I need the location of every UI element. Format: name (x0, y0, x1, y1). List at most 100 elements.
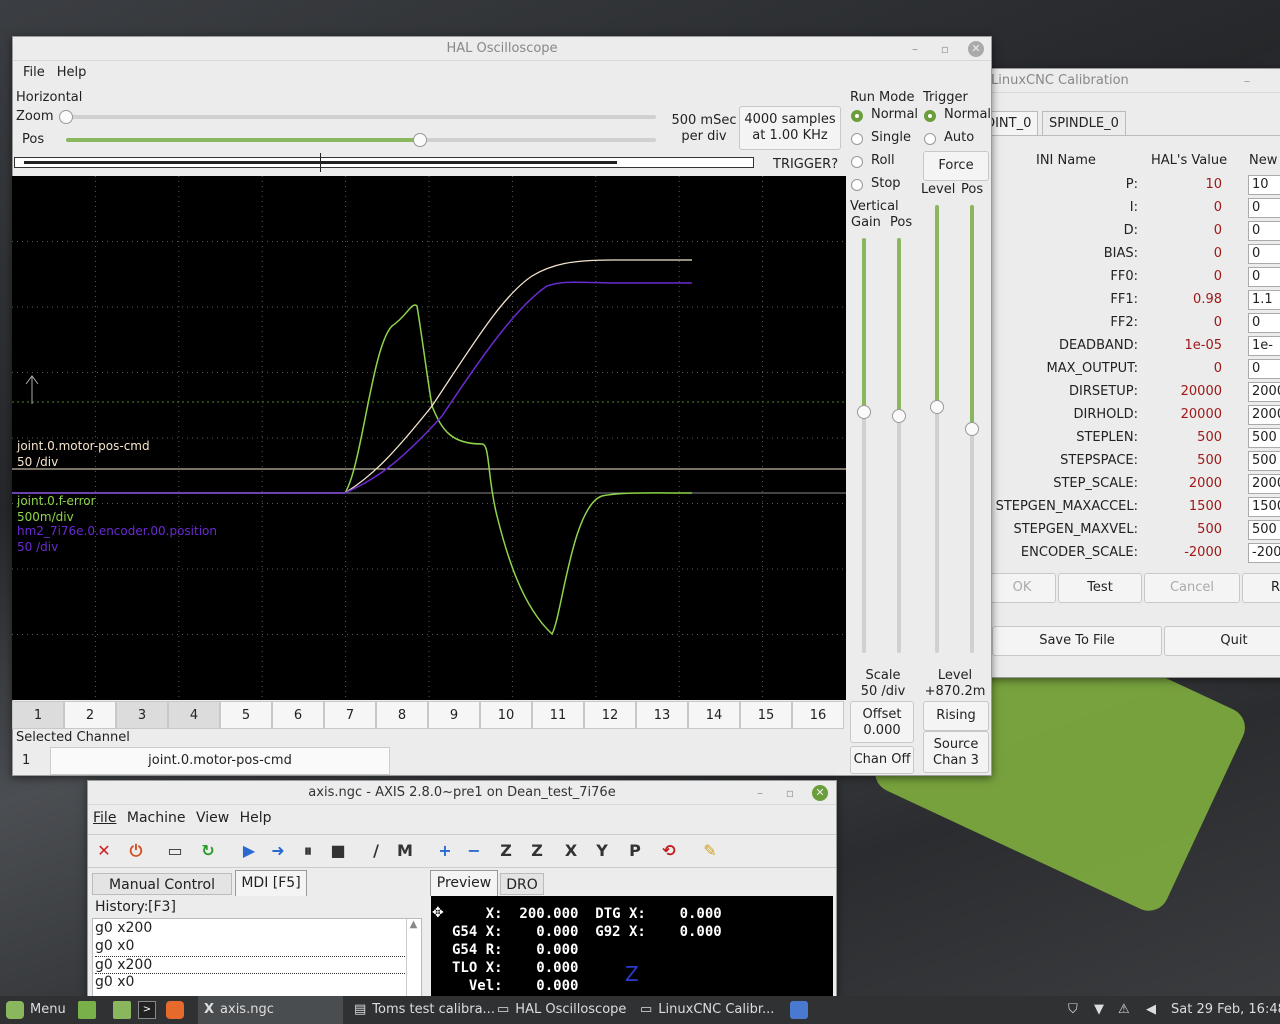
channel-button-2[interactable]: 2 (64, 701, 116, 729)
calib-row-new-input[interactable]: 500 (1248, 428, 1280, 448)
channel-button-11[interactable]: 11 (532, 701, 584, 729)
run-mode-label-stop[interactable]: Stop (871, 176, 901, 191)
history-item[interactable]: g0 x200 (95, 920, 405, 936)
calib-row-new-input[interactable]: 10 (1248, 175, 1280, 195)
calib-row-new-input[interactable]: 0 (1248, 313, 1280, 333)
menu-button[interactable]: Menu (6, 996, 66, 1024)
channel-button-10[interactable]: 10 (480, 701, 532, 729)
tab-preview[interactable]: Preview (430, 870, 498, 896)
power-icon[interactable]: ⏻ (123, 838, 149, 864)
calib-row-new-input[interactable]: 1e-05 (1248, 336, 1280, 356)
zoom-in-icon[interactable]: + (432, 838, 458, 864)
reload-icon[interactable]: ↻ (195, 838, 221, 864)
calibration-tab-spindle[interactable]: SPINDLE_0 (1042, 111, 1126, 135)
clock[interactable]: Sat 29 Feb, 16:48 (1171, 996, 1280, 1024)
zoom-out-icon[interactable]: − (461, 838, 487, 864)
menu-help[interactable]: Help (57, 65, 87, 80)
run-mode-label-normal[interactable]: Normal (871, 107, 918, 122)
folder-launcher-icon[interactable] (113, 1001, 131, 1019)
axis-titlebar[interactable]: axis.ngc - AXIS 2.8.0~pre1 on Dean_test_… (88, 781, 836, 805)
calib-row-new-input[interactable]: 500 (1248, 451, 1280, 471)
channel-button-9[interactable]: 9 (428, 701, 480, 729)
tab-manual-control[interactable]: Manual Control [F3] (92, 873, 232, 915)
calib-row-new-input[interactable]: 0 (1248, 244, 1280, 264)
axis-menu-machine[interactable]: Machine (127, 810, 186, 826)
screenshot-tray-icon[interactable] (790, 1001, 808, 1019)
step-icon[interactable]: ➜ (265, 838, 291, 864)
taskbar-item-calibration[interactable]: ▭ LinuxCNC Calibr... (640, 996, 774, 1024)
stop-icon[interactable]: ■ (325, 838, 351, 864)
optionalstop-icon[interactable]: M (392, 838, 418, 864)
channel-button-7[interactable]: 7 (324, 701, 376, 729)
zoom-slider-handle[interactable] (59, 110, 73, 124)
calib-row-new-input[interactable]: 1.1 (1248, 290, 1280, 310)
channel-button-5[interactable]: 5 (220, 701, 272, 729)
history-item[interactable]: g0 x200 (95, 956, 405, 974)
channel-button-1[interactable]: 1 (12, 701, 64, 729)
terminal-launcher-icon[interactable]: > (138, 1001, 156, 1019)
chan-off-button[interactable]: Chan Off (850, 746, 914, 774)
tab-mdi[interactable]: MDI [F5] (235, 870, 307, 896)
warning-icon[interactable]: ⚠ (1118, 996, 1130, 1024)
pos-slider-handle[interactable] (413, 133, 427, 147)
channel-button-13[interactable]: 13 (636, 701, 688, 729)
view-x-icon[interactable]: X (558, 838, 584, 864)
view-z2-icon[interactable]: Z (524, 838, 550, 864)
offset-button[interactable]: Offset 0.000 (850, 701, 914, 743)
calib-row-new-input[interactable]: 0 (1248, 221, 1280, 241)
axis-menu-file[interactable]: File (93, 810, 116, 826)
test-button[interactable]: Test (1058, 573, 1142, 603)
calib-row-new-input[interactable]: 0 (1248, 198, 1280, 218)
run-icon[interactable]: ▶ (236, 838, 262, 864)
force-button[interactable]: Force (923, 151, 989, 181)
calibration-tab-joint[interactable]: JOINT_0 (986, 111, 1038, 135)
axis-menu-view[interactable]: View (196, 810, 229, 826)
calib-row-new-input[interactable]: 500 (1248, 520, 1280, 540)
axis-menu-help[interactable]: Help (240, 810, 272, 826)
calib-row-new-input[interactable]: 2000 (1248, 474, 1280, 494)
trigger-pos-handle[interactable] (965, 422, 979, 436)
quit-button[interactable]: Quit (1164, 626, 1280, 656)
history-scrollbar[interactable]: ▲ (406, 919, 420, 997)
revert-button[interactable]: Revert (1242, 573, 1280, 603)
channel-button-12[interactable]: 12 (584, 701, 636, 729)
taskbar-item-toms[interactable]: ▤ Toms test calibra... (350, 996, 495, 1024)
minimize-icon[interactable]: – (1239, 73, 1255, 89)
open-icon[interactable]: ▭ (162, 838, 188, 864)
files-launcher-icon[interactable] (78, 1001, 96, 1019)
trigger-level-handle[interactable] (930, 399, 944, 414)
clear-icon[interactable]: ✎ (697, 838, 723, 864)
run-mode-label-roll[interactable]: Roll (871, 153, 895, 168)
channel-button-16[interactable]: 16 (792, 701, 844, 729)
channel-button-15[interactable]: 15 (740, 701, 792, 729)
blockdelete-icon[interactable]: / (363, 838, 389, 864)
view-p-icon[interactable]: P (622, 838, 648, 864)
oscilloscope-titlebar[interactable]: HAL Oscilloscope – ▫ ✕ (13, 37, 991, 61)
history-item[interactable]: g0 x0 (95, 974, 405, 990)
close-icon[interactable]: ✕ (812, 785, 828, 801)
samples-button[interactable]: 4000 samples at 1.00 KHz (739, 106, 841, 150)
calib-row-new-input[interactable]: -2000 (1248, 543, 1280, 563)
calib-row-new-input[interactable]: 20000 (1248, 405, 1280, 425)
channel-button-14[interactable]: 14 (688, 701, 740, 729)
channel-button-3[interactable]: 3 (116, 701, 168, 729)
minimize-icon[interactable]: – (752, 785, 768, 801)
firefox-launcher-icon[interactable] (166, 1001, 184, 1019)
run-mode-radio-single[interactable] (851, 133, 863, 145)
run-mode-radio-stop[interactable] (851, 179, 863, 191)
cancel-button[interactable]: Cancel (1144, 573, 1240, 603)
view-y-icon[interactable]: Y (589, 838, 615, 864)
ok-button[interactable]: OK (988, 573, 1056, 603)
menu-file[interactable]: File (23, 65, 45, 80)
shield-icon[interactable]: ⛉ (1068, 996, 1078, 1024)
trigger-mode-radio-normal[interactable] (924, 110, 936, 122)
zoom-slider[interactable] (66, 115, 656, 119)
run-mode-radio-normal[interactable] (851, 110, 863, 122)
channel-button-4[interactable]: 4 (168, 701, 220, 729)
view-z-icon[interactable]: Z (493, 838, 519, 864)
volume-icon[interactable]: ◀ (1146, 996, 1156, 1024)
maximize-icon[interactable]: ▫ (782, 785, 798, 801)
close-icon[interactable]: ✕ (968, 41, 984, 57)
run-mode-radio-roll[interactable] (851, 156, 863, 168)
pause-icon[interactable]: ⏸ (295, 838, 321, 864)
